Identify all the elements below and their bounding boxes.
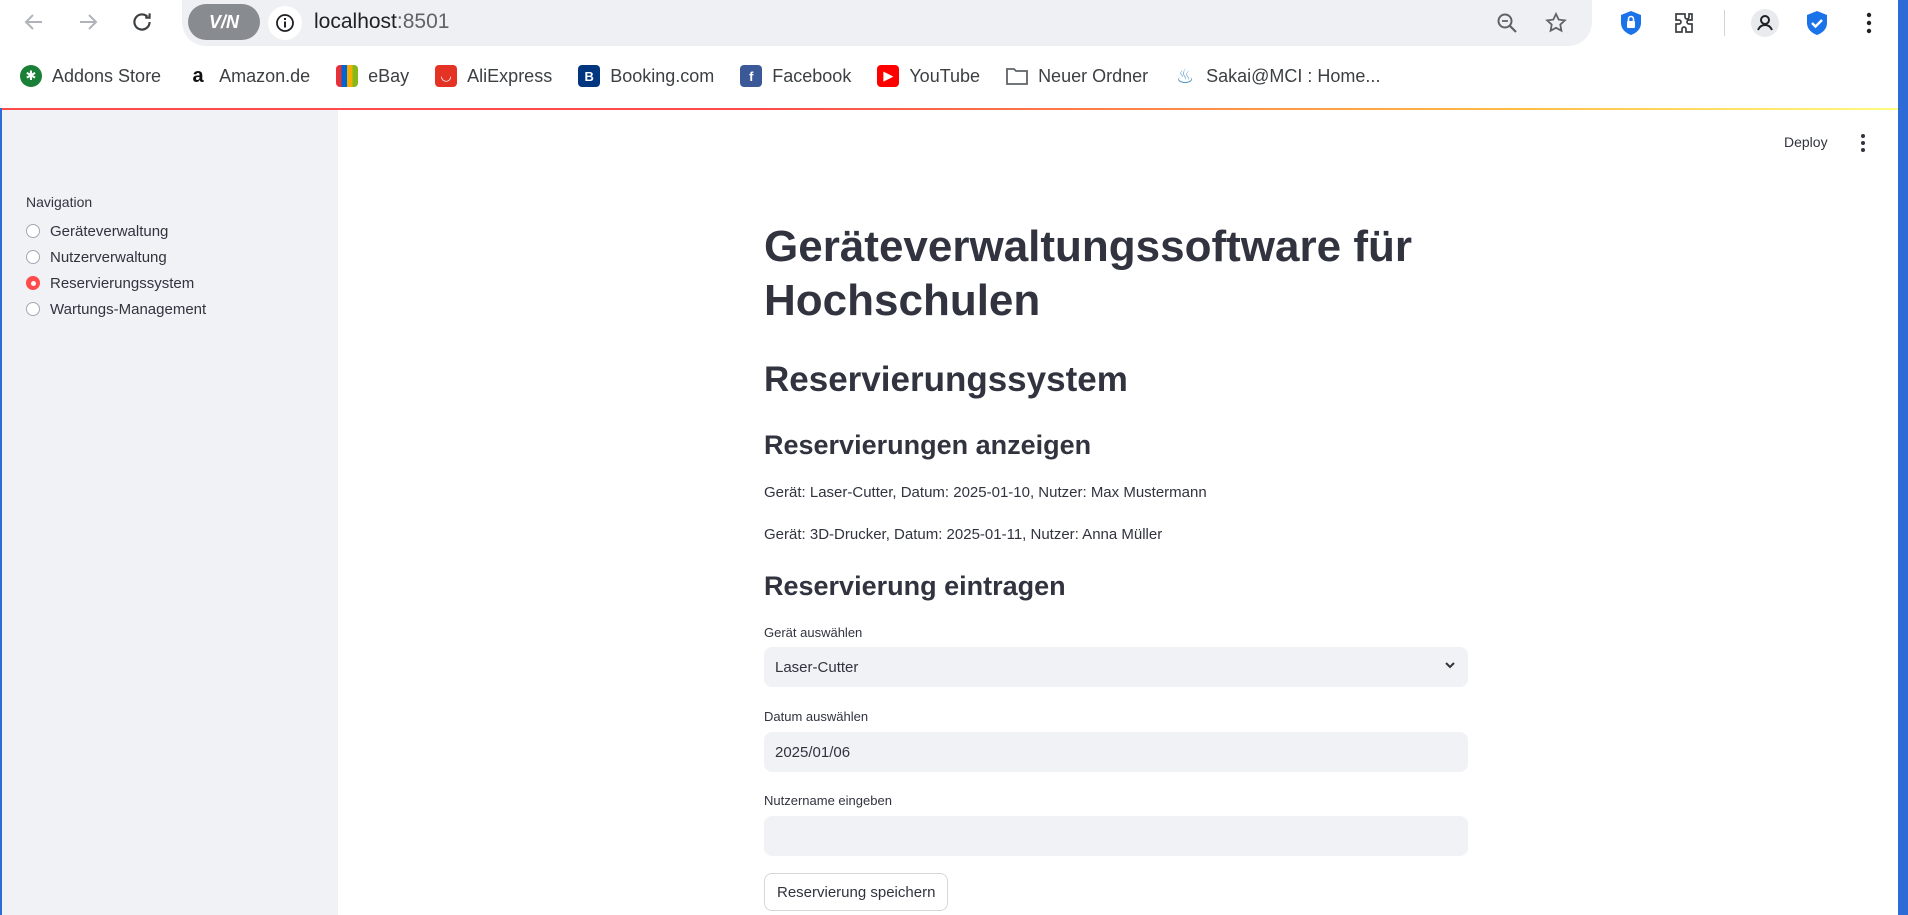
- booking-icon: B: [578, 65, 601, 87]
- date-label: Datum auswählen: [764, 709, 869, 724]
- site-info-icon[interactable]: [268, 6, 302, 40]
- sidebar-radio-label: Nutzerverwaltung: [50, 248, 167, 266]
- bookmark-item[interactable]: ♨ Sakai@MCI : Home...: [1174, 65, 1381, 88]
- deploy-button[interactable]: Deploy: [1784, 134, 1828, 150]
- bookmark-label: eBay: [368, 65, 410, 86]
- bookmark-item[interactable]: ◡ AliExpress: [435, 65, 552, 87]
- sidebar-radio-label: Wartungs-Management: [50, 300, 207, 318]
- folder-icon: [1006, 65, 1028, 87]
- reservation-item: Gerät: 3D-Drucker, Datum: 2025-01-11, Nu…: [764, 526, 1163, 543]
- bookmark-label: Amazon.de: [219, 65, 311, 86]
- device-label: Gerät auswählen: [764, 625, 863, 640]
- form-heading: Reservierung eintragen: [764, 571, 1066, 601]
- sidebar-radio-item[interactable]: Nutzerverwaltung: [26, 244, 206, 270]
- bookmark-item[interactable]: ▶ YouTube: [877, 65, 980, 87]
- profile-avatar-icon[interactable]: [1748, 6, 1782, 40]
- aliexpress-icon: ◡: [435, 65, 458, 87]
- sidebar-radio-item[interactable]: Reservierungssystem: [26, 270, 206, 296]
- vpn-label: V/N: [208, 11, 239, 32]
- radio-unselected-icon[interactable]: [26, 302, 40, 316]
- radio-unselected-icon[interactable]: [26, 224, 40, 238]
- device-select[interactable]: Laser-Cutter: [764, 647, 1468, 687]
- youtube-icon: ▶: [877, 65, 900, 87]
- sidebar-radio-item[interactable]: Wartungs-Management: [26, 296, 206, 322]
- radio-selected-icon[interactable]: [26, 276, 40, 290]
- bookmark-label: Facebook: [772, 65, 852, 86]
- date-input[interactable]: 2025/01/06: [764, 732, 1468, 772]
- sakai-icon: ♨: [1176, 65, 1195, 88]
- bookmark-label: Sakai@MCI : Home...: [1206, 65, 1381, 86]
- bookmark-item[interactable]: ✱ Addons Store: [20, 65, 161, 87]
- zoom-icon[interactable]: [1492, 8, 1522, 38]
- bookmark-label: YouTube: [909, 65, 981, 86]
- reservation-item: Gerät: Laser-Cutter, Datum: 2025-01-10, …: [764, 484, 1207, 501]
- save-reservation-button[interactable]: Reservierung speichern: [764, 873, 949, 911]
- sidebar-radio-label: Reservierungssystem: [50, 274, 195, 292]
- sidebar-nav-label: Navigation: [26, 194, 93, 210]
- browser-toolbar: V/N localhost:8501: [0, 0, 1908, 46]
- sidebar-radio-item[interactable]: Geräteverwaltung: [26, 218, 206, 244]
- url-text[interactable]: localhost:8501: [314, 10, 449, 34]
- url-host: localhost: [314, 10, 397, 33]
- vpn-button[interactable]: V/N: [188, 4, 260, 40]
- bookmark-item[interactable]: eBay: [336, 65, 409, 87]
- chevron-down-icon: [1443, 658, 1457, 676]
- toolbar-separator: [1724, 10, 1725, 36]
- app-menu-icon[interactable]: [1855, 132, 1871, 154]
- window-frame-right: [1898, 0, 1908, 915]
- sidebar-radio-group: Geräteverwaltung Nutzerverwaltung Reservie…: [26, 218, 206, 322]
- page-title: Geräteverwaltungssoftware für Hochschule…: [764, 222, 1412, 325]
- back-arrow-icon[interactable]: [18, 6, 50, 38]
- forward-arrow-icon[interactable]: [72, 6, 104, 38]
- browser-menu-icon[interactable]: [1852, 6, 1886, 40]
- facebook-icon: f: [740, 65, 763, 87]
- extensions-puzzle-icon[interactable]: [1668, 6, 1702, 40]
- bookmark-item[interactable]: B Booking.com: [578, 65, 714, 87]
- url-port: :8501: [396, 10, 450, 33]
- section-title: Reservierungssystem: [764, 360, 1128, 399]
- bookmark-label: Neuer Ordner: [1038, 65, 1149, 86]
- bookmarks-bar: ✱ Addons Store a Amazon.de eBay ◡ AliExpress B B…: [0, 56, 1908, 96]
- addons-store-icon: ✱: [20, 65, 42, 87]
- bookmark-label: Addons Store: [52, 65, 162, 86]
- security-shield-check-icon[interactable]: [1800, 6, 1834, 40]
- shield-lock-icon[interactable]: [1614, 6, 1648, 40]
- bookmark-star-icon[interactable]: [1541, 8, 1571, 38]
- device-select-value: Laser-Cutter: [775, 658, 859, 676]
- username-input[interactable]: [764, 816, 1468, 856]
- ebay-icon: [336, 65, 359, 87]
- reload-icon[interactable]: [126, 6, 158, 38]
- bookmark-item[interactable]: Neuer Ordner: [1006, 65, 1148, 87]
- username-label: Nutzername eingeben: [764, 793, 892, 808]
- date-input-value: 2025/01/06: [775, 743, 851, 761]
- bookmark-label: Booking.com: [610, 65, 715, 86]
- bookmark-item[interactable]: a Amazon.de: [187, 64, 311, 87]
- bookmark-item[interactable]: f Facebook: [740, 65, 851, 87]
- sidebar: Navigation Geräteverwaltung Nutzerverwalt…: [2, 110, 338, 915]
- list-heading: Reservierungen anzeigen: [764, 430, 1092, 460]
- bookmark-label: AliExpress: [467, 65, 553, 86]
- amazon-icon: a: [192, 64, 204, 87]
- sidebar-radio-label: Geräteverwaltung: [50, 222, 169, 240]
- radio-unselected-icon[interactable]: [26, 250, 40, 264]
